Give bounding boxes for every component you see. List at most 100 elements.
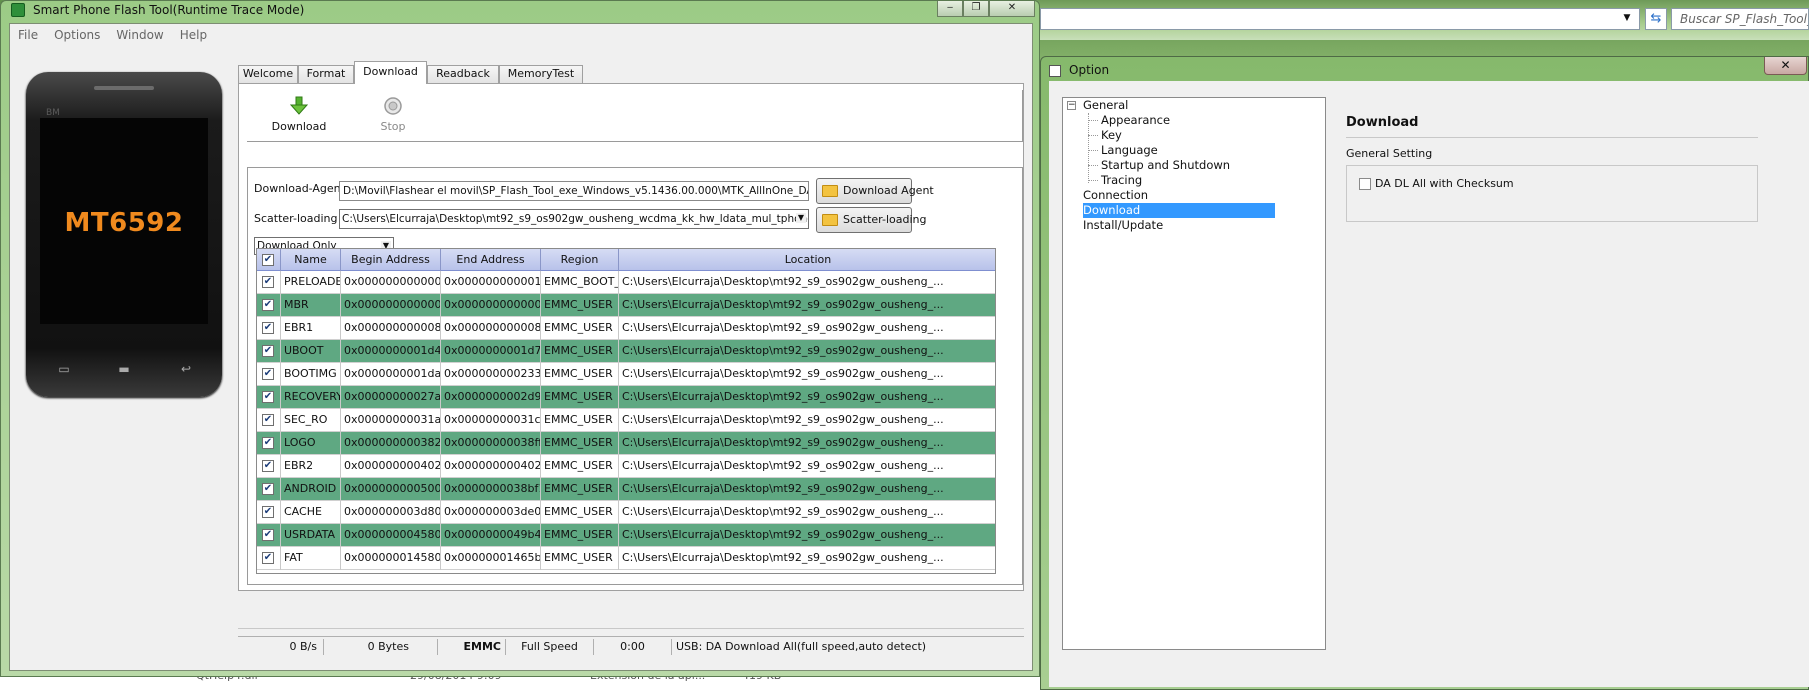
option-heading-divider <box>1346 137 1758 138</box>
cell-begin: 0x0000000000080000 <box>341 317 441 340</box>
table-row[interactable]: ✔ BOOTIMG0x0000000001da00000x000000000233… <box>257 363 995 386</box>
scatter-loading-button[interactable]: Scatter-loading <box>816 207 926 233</box>
row-checkbox[interactable]: ✔ <box>262 345 274 357</box>
tab-download[interactable]: Download <box>354 61 427 84</box>
cell-region: EMMC_USER <box>541 409 619 432</box>
table-row[interactable]: ✔ UBOOT0x0000000001d400000x0000000001d7a5… <box>257 340 995 363</box>
cell-name: UBOOT <box>281 340 341 363</box>
status-usb-speed: Full Speed <box>506 639 594 655</box>
cell-end: 0x0000000002d967ff <box>441 386 541 409</box>
header-begin-address[interactable]: Begin Address <box>341 249 441 271</box>
cell-region: EMMC_USER <box>541 340 619 363</box>
row-checkbox[interactable]: ✔ <box>262 368 274 380</box>
download-agent-button[interactable]: Download Agent <box>816 178 934 204</box>
cell-begin: 0x0000000004020000 <box>341 455 441 478</box>
download-toolbar: Download Stop <box>247 90 1023 142</box>
tab-format[interactable]: Format <box>298 65 354 83</box>
row-checkbox[interactable]: ✔ <box>262 276 274 288</box>
row-checkbox[interactable]: ✔ <box>262 506 274 518</box>
header-name[interactable]: Name <box>281 249 341 271</box>
option-section-heading: Download <box>1346 115 1419 130</box>
row-checkbox[interactable]: ✔ <box>262 391 274 403</box>
table-row[interactable]: ✔ EBR20x00000000040200000x00000000040201f… <box>257 455 995 478</box>
checksum-checkbox-label[interactable]: DA DL All with Checksum <box>1375 177 1514 190</box>
header-end-address[interactable]: End Address <box>441 249 541 271</box>
row-checkbox[interactable]: ✔ <box>262 483 274 495</box>
tree-item-key[interactable]: Key <box>1101 128 1122 143</box>
select-all-checkbox[interactable]: ✔ <box>262 254 274 266</box>
cell-begin: 0x0000000145800000 <box>341 547 441 570</box>
option-close-button[interactable]: ✕ <box>1764 57 1807 75</box>
option-window: Option ✕ − General Appearance Key Langua… <box>1040 56 1809 690</box>
table-row[interactable]: ✔ SEC_RO0x00000000031a00000x00000000031c0… <box>257 409 995 432</box>
tab-welcome[interactable]: Welcome <box>238 65 298 83</box>
table-row[interactable]: ✔ MBR0x00000000000000000x00000000000001ff… <box>257 294 995 317</box>
phone-image: BM MT6592 ▭ ▬ ↩ <box>26 72 222 397</box>
background-address-bar[interactable] <box>1040 8 1640 30</box>
stop-button[interactable]: Stop <box>363 96 423 133</box>
header-location[interactable]: Location <box>619 249 995 271</box>
table-row[interactable]: ✔ PRELOADER0x00000000000000000x0000000000… <box>257 271 995 294</box>
tab-memorytest[interactable]: MemoryTest <box>499 65 583 83</box>
maximize-button[interactable]: ❐ <box>963 1 989 17</box>
row-checkbox[interactable]: ✔ <box>262 529 274 541</box>
cell-name: LOGO <box>281 432 341 455</box>
cell-region: EMMC_USER <box>541 317 619 340</box>
tab-readback[interactable]: Readback <box>427 65 499 83</box>
address-dropdown-icon[interactable]: ▼ <box>1620 10 1634 26</box>
menu-file[interactable]: File <box>10 24 46 46</box>
flash-tool-app-icon <box>11 3 25 17</box>
cell-location: C:\Users\Elcurraja\Desktop\mt92_s9_os902… <box>622 459 944 472</box>
tree-item-install-update[interactable]: Install/Update <box>1083 218 1163 233</box>
row-checkbox[interactable]: ✔ <box>262 437 274 449</box>
cell-name: SEC_RO <box>281 409 341 432</box>
tree-item-general[interactable]: General <box>1083 98 1128 113</box>
menu-help[interactable]: Help <box>172 24 215 46</box>
select-all-header[interactable]: ✔ <box>257 249 281 271</box>
row-checkbox[interactable]: ✔ <box>262 414 274 426</box>
table-row[interactable]: ✔ ANDROID0x00000000050000000x0000000038bf… <box>257 478 995 501</box>
table-row[interactable]: ✔ CACHE0x000000003d8000000x000000003de0e0… <box>257 501 995 524</box>
row-checkbox[interactable]: ✔ <box>262 460 274 472</box>
menu-options[interactable]: Options <box>46 24 108 46</box>
status-bar: 0 B/s 0 Bytes EMMC Full Speed 0:00 USB: … <box>238 636 1024 656</box>
header-region[interactable]: Region <box>541 249 619 271</box>
minimize-button[interactable]: ‒ <box>937 1 963 17</box>
option-client-area: − General Appearance Key Language Startu… <box>1049 81 1809 687</box>
table-row[interactable]: ✔ USRDATA0x00000000458000000x0000000049b4… <box>257 524 995 547</box>
tree-item-appearance[interactable]: Appearance <box>1101 113 1170 128</box>
download-button[interactable]: Download <box>269 96 329 133</box>
tree-item-startup-shutdown[interactable]: Startup and Shutdown <box>1101 158 1230 173</box>
table-row[interactable]: ✔ RECOVERY0x00000000027a00000x0000000002d… <box>257 386 995 409</box>
close-button[interactable]: ✕ <box>989 1 1035 17</box>
refresh-icon[interactable]: ⇆ <box>1645 8 1667 30</box>
table-row[interactable]: ✔ FAT0x00000001458000000x00000001465bf07b… <box>257 547 995 570</box>
scatter-file-select[interactable]: C:\Users\Elcurraja\Desktop\mt92_s9_os902… <box>339 209 809 229</box>
table-row[interactable]: ✔ LOGO0x00000000038200000x00000000038ff7c… <box>257 432 995 455</box>
row-checkbox[interactable]: ✔ <box>262 322 274 334</box>
row-checkbox-cell: ✔ <box>257 432 281 455</box>
checksum-checkbox[interactable] <box>1359 178 1371 190</box>
row-checkbox[interactable]: ✔ <box>262 299 274 311</box>
tree-guide-line <box>1088 113 1089 183</box>
row-checkbox[interactable]: ✔ <box>262 552 274 564</box>
download-agent-field[interactable]: D:\Movil\Flashear el movil\SP_Flash_Tool… <box>339 181 809 201</box>
tree-item-tracing[interactable]: Tracing <box>1101 173 1142 188</box>
title-bar[interactable]: Smart Phone Flash Tool(Runtime Trace Mod… <box>1 1 1039 19</box>
row-checkbox-cell: ✔ <box>257 524 281 547</box>
back-key-icon: ↩ <box>180 362 192 376</box>
tree-item-language[interactable]: Language <box>1101 143 1158 158</box>
collapse-icon[interactable]: − <box>1067 101 1076 110</box>
background-search-input[interactable]: Buscar SP_Flash_Tool_exe... <box>1671 8 1809 30</box>
cell-location: C:\Users\Elcurraja\Desktop\mt92_s9_os902… <box>622 413 944 426</box>
menu-window[interactable]: Window <box>108 24 171 46</box>
tree-item-connection[interactable]: Connection <box>1083 188 1148 203</box>
row-checkbox-cell: ✔ <box>257 455 281 478</box>
tree-item-download[interactable]: Download <box>1083 203 1276 218</box>
table-row[interactable]: ✔ EBR10x00000000000800000x00000000000801f… <box>257 317 995 340</box>
chevron-down-icon: ▼ <box>796 213 806 223</box>
cell-location: C:\Users\Elcurraja\Desktop\mt92_s9_os902… <box>622 551 944 564</box>
download-agent-label: Download-Agent <box>254 182 345 195</box>
cell-begin: 0x0000000000000000 <box>341 294 441 317</box>
cell-end: 0x00000000031c0fff <box>441 409 541 432</box>
